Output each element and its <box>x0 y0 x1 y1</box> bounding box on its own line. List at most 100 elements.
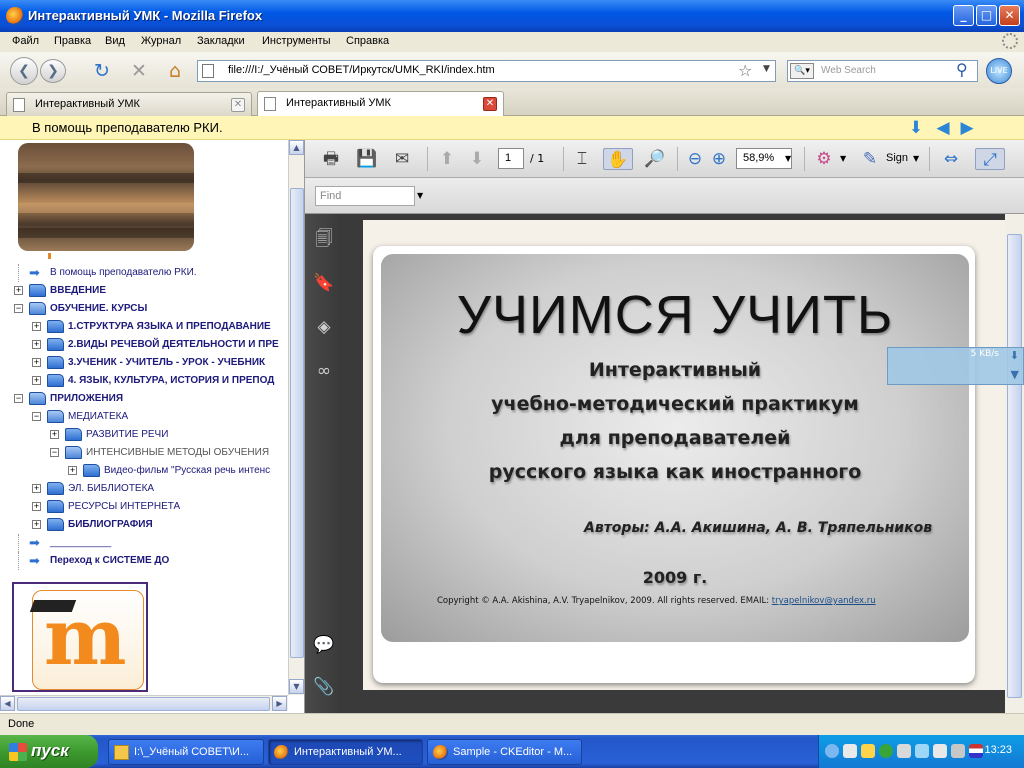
pdf-vertical-scrollbar[interactable] <box>1005 214 1024 713</box>
tray-speaker-icon[interactable] <box>951 744 965 758</box>
menu-tools[interactable]: Инструменты <box>262 35 331 47</box>
zoom-input[interactable]: 58,9% <box>736 148 792 169</box>
scroll-thumb[interactable] <box>290 188 304 658</box>
tree-item[interactable]: ➡ ___________ <box>0 534 288 552</box>
search-icon[interactable]: ⚲ <box>956 60 968 79</box>
arrow-right-icon[interactable]: ▶ <box>957 118 977 138</box>
collapse-icon[interactable]: − <box>32 412 41 421</box>
menu-history[interactable]: Журнал <box>141 35 181 47</box>
reload-icon[interactable]: ↻ <box>91 60 113 82</box>
tree-item[interactable]: ➡ В помощь преподавателю РКИ. <box>0 264 288 282</box>
tree-item[interactable]: − МЕДИАТЕКА <box>0 408 288 426</box>
expand-icon[interactable]: + <box>68 466 77 475</box>
start-button[interactable]: пуск <box>0 735 98 768</box>
tray-app-icon[interactable] <box>897 744 911 758</box>
collapse-icon[interactable]: − <box>14 304 23 313</box>
scroll-right-button[interactable]: ▶ <box>272 696 287 711</box>
home-icon[interactable]: ⌂ <box>164 60 186 82</box>
save-icon[interactable]: 💾 <box>355 148 379 170</box>
menu-file[interactable]: Файл <box>12 35 39 47</box>
zoom-out-icon[interactable]: ⊖ <box>683 148 707 170</box>
email-icon[interactable]: ✉ <box>390 148 414 170</box>
tree-item[interactable]: + РАЗВИТИЕ РЕЧИ <box>0 426 288 444</box>
expand-icon[interactable]: + <box>50 430 59 439</box>
moodle-logo[interactable]: m <box>12 582 148 692</box>
tree-item[interactable]: + Видео-фильм "Русская речь интенс <box>0 462 288 480</box>
tools-icon[interactable]: ⚙ <box>812 148 836 170</box>
comments-panel-icon[interactable]: 💬 <box>313 634 335 656</box>
expand-icon[interactable]: ▼ <box>1011 368 1019 381</box>
expand-icon[interactable]: + <box>32 484 41 493</box>
search-bar[interactable]: 🔍▾ Web Search ⚲ <box>787 60 978 82</box>
expand-icon[interactable]: + <box>32 340 41 349</box>
zoom-in-icon[interactable]: ⊕ <box>707 148 731 170</box>
expand-icon[interactable]: + <box>32 322 41 331</box>
marquee-zoom-icon[interactable]: 🔎 <box>643 148 667 170</box>
forward-button[interactable]: ❯ <box>40 59 66 83</box>
tree-item[interactable]: ➡ Переход к СИСТЕМЕ ДО <box>0 552 288 570</box>
minimize-button[interactable]: _ <box>953 5 974 26</box>
tree-item[interactable]: − ОБУЧЕНИЕ. КУРСЫ <box>0 300 288 318</box>
tree-item[interactable]: + ВВЕДЕНИЕ <box>0 282 288 300</box>
tab-2[interactable]: Интерактивный УМК ✕ <box>257 91 504 116</box>
tray-status-icon[interactable] <box>879 744 893 758</box>
expand-icon[interactable]: + <box>14 286 23 295</box>
find-input[interactable]: Find <box>315 186 415 206</box>
next-page-icon[interactable]: ⬇ <box>465 148 489 170</box>
scroll-thumb[interactable] <box>1007 234 1022 698</box>
hand-tool-icon[interactable]: ✋ <box>603 148 633 170</box>
search-placeholder[interactable]: Web Search <box>821 65 876 76</box>
stop-icon[interactable]: ✕ <box>128 60 150 82</box>
addon-icon[interactable]: LIVE <box>986 58 1012 84</box>
menu-edit[interactable]: Правка <box>54 35 91 47</box>
download-icon[interactable]: ⬇ <box>1010 349 1019 362</box>
tree-item[interactable]: +2.ВИДЫ РЕЧЕВОЙ ДЕЯТЕЛЬНОСТИ И ПРЕ <box>0 336 288 354</box>
bookmarks-panel-icon[interactable]: 🔖 <box>313 272 335 294</box>
url-bar[interactable]: file:///I:/_Учёный СОВЕТ/Иркутск/UMK_RKI… <box>197 60 776 82</box>
scroll-down-button[interactable]: ▼ <box>289 679 304 694</box>
sign-pen-icon[interactable]: ✎ <box>858 148 882 170</box>
tree-item[interactable]: +4. ЯЗЫК, КУЛЬТУРА, ИСТОРИЯ И ПРЕПОД <box>0 372 288 390</box>
tree-item[interactable]: +1.СТРУКТУРА ЯЗЫКА И ПРЕПОДАВАНИЕ <box>0 318 288 336</box>
attachments-panel-icon[interactable]: 📎 <box>313 676 335 698</box>
prev-page-icon[interactable]: ⬆ <box>435 148 459 170</box>
tree-item[interactable]: + РЕСУРСЫ ИНТЕРНЕТА <box>0 498 288 516</box>
layers-panel-icon[interactable]: ◈ <box>313 316 335 338</box>
download-speed-widget[interactable]: 5 KB/s ⬇ ▼ <box>887 347 1024 385</box>
scroll-left-button[interactable]: ◀ <box>0 696 15 711</box>
scroll-thumb[interactable] <box>17 697 270 711</box>
url-text[interactable]: file:///I:/_Учёный СОВЕТ/Иркутск/UMK_RKI… <box>228 64 495 76</box>
find-dropdown-icon[interactable]: ▼ <box>417 191 423 200</box>
maximize-button[interactable]: □ <box>976 5 997 26</box>
arrow-left-icon[interactable]: ◀ <box>933 118 953 138</box>
collapse-icon[interactable]: − <box>14 394 23 403</box>
menu-bookmarks[interactable]: Закладки <box>197 35 245 47</box>
close-tab-icon[interactable]: ✕ <box>483 97 497 111</box>
zoom-dropdown-icon[interactable]: ▼ <box>785 154 791 163</box>
binoculars-icon[interactable]: ∞ <box>313 360 335 382</box>
full-screen-icon[interactable]: ⤢ <box>975 148 1005 170</box>
taskbar-item-firefox[interactable]: Интерактивный УМ... <box>268 739 423 765</box>
tree-item[interactable]: − ИНТЕНСИВНЫЕ МЕТОДЫ ОБУЧЕНИЯ <box>0 444 288 462</box>
menu-view[interactable]: Вид <box>105 35 125 47</box>
expand-icon[interactable]: + <box>32 502 41 511</box>
tree-item[interactable]: − ПРИЛОЖЕНИЯ <box>0 390 288 408</box>
close-tab-icon[interactable]: ✕ <box>231 98 245 112</box>
expand-icon[interactable]: + <box>32 358 41 367</box>
url-dropdown-icon[interactable]: ▼ <box>763 64 770 74</box>
search-engine-icon[interactable]: 🔍▾ <box>790 63 814 79</box>
sign-label[interactable]: Sign <box>886 152 908 164</box>
email-link[interactable]: tryapelnikov@yandex.ru <box>772 596 876 606</box>
menu-help[interactable]: Справка <box>346 35 389 47</box>
bookmark-star-icon[interactable]: ☆ <box>738 61 752 80</box>
tray-volume-icon[interactable] <box>861 744 875 758</box>
tree-item[interactable]: + БИБЛИОГРАФИЯ <box>0 516 288 534</box>
close-button[interactable]: ✕ <box>999 5 1020 26</box>
tray-language-icon[interactable] <box>969 744 983 758</box>
expand-icon[interactable]: + <box>32 520 41 529</box>
tree-item[interactable]: +3.УЧЕНИК - УЧИТЕЛЬ - УРОК - УЧЕБНИК <box>0 354 288 372</box>
sign-dropdown-icon[interactable]: ▼ <box>913 154 919 163</box>
fit-width-icon[interactable]: ⇔ <box>939 148 963 170</box>
taskbar-item-explorer[interactable]: I:\_Учёный СОВЕТ\И... <box>108 739 264 765</box>
tools-dropdown-icon[interactable]: ▼ <box>840 154 846 163</box>
